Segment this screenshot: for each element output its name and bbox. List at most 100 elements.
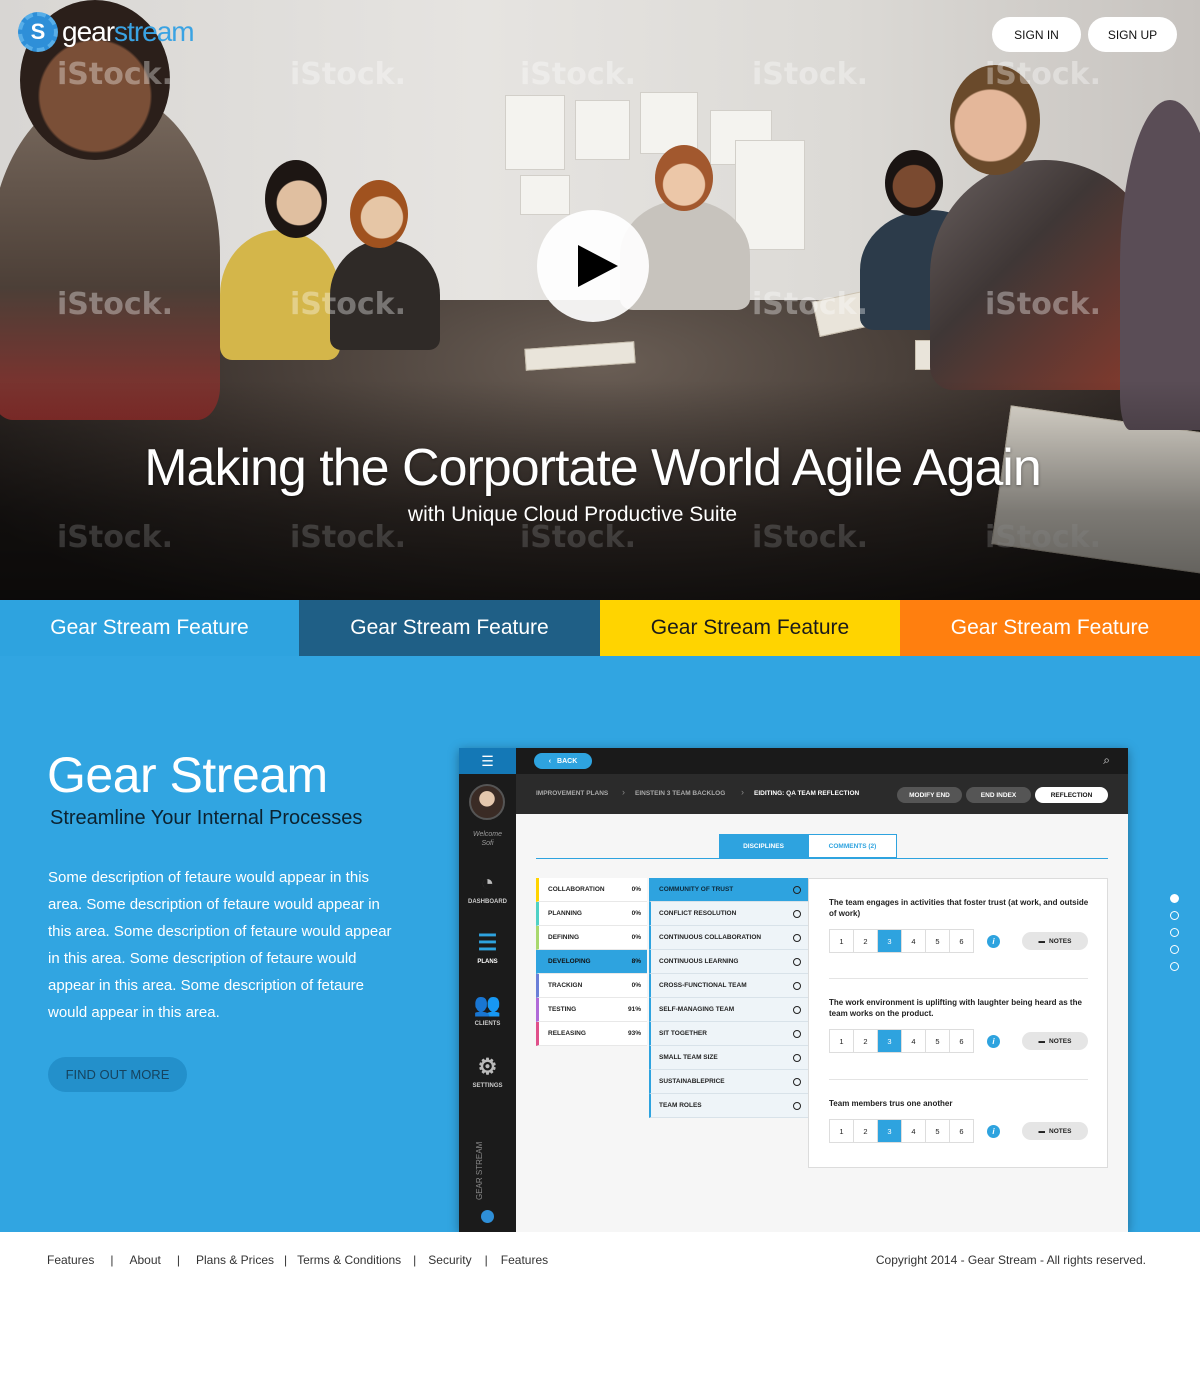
hero-title: Making the Corportate World Agile Again [144, 439, 1042, 497]
hero-subtitle: with Unique Cloud Productive Suite [407, 503, 738, 526]
rating-option[interactable]: 2 [853, 929, 878, 953]
status-circle-icon [793, 957, 801, 966]
nav-settings[interactable]: ⚙ SETTINGS [459, 1054, 516, 1089]
breadcrumb-item[interactable]: EINSTEIN 3 TEAM BACKLOG [635, 790, 725, 797]
tab-disciplines[interactable]: DISCIPLINES [719, 834, 808, 858]
slide-dot[interactable] [1170, 962, 1179, 971]
search-icon[interactable]: ⌕ [1103, 753, 1110, 768]
question-panel: The team engages in activities that fost… [808, 878, 1108, 1168]
list-item[interactable]: SIT TOGETHER [649, 1022, 809, 1046]
list-item[interactable]: TRACKIGN 0% [536, 974, 647, 998]
notes-button[interactable]: ▬ NOTES [1022, 1032, 1088, 1050]
rating-option[interactable]: 3 [877, 1119, 902, 1143]
nav-plans[interactable]: ☰ PLANS [459, 930, 516, 965]
logo[interactable]: S gearstream [18, 12, 195, 52]
feature-title: Gear Stream [47, 747, 328, 803]
tab-comments[interactable]: COMMENTS (2) [808, 834, 897, 858]
watermark: iStock. [57, 57, 173, 92]
list-item[interactable]: DEFINING 0% [536, 926, 647, 950]
info-icon[interactable]: i [987, 1124, 1000, 1138]
list-item[interactable]: SMALL TEAM SIZE [649, 1046, 809, 1070]
wall-paper [520, 175, 570, 215]
footer-separator: | [176, 1253, 180, 1267]
feature-tab-2[interactable]: Gear Stream Feature [299, 600, 600, 656]
rating-option[interactable]: 6 [949, 1029, 974, 1053]
modify-end-button[interactable]: MODIFY END [897, 787, 962, 803]
rating-option[interactable]: 4 [901, 1119, 926, 1143]
app-topbar: ‹ BACK ⌕ [516, 748, 1128, 774]
rating-option[interactable]: 3 [877, 929, 902, 953]
feature-section: Gear Stream Streamline Your Internal Pro… [0, 656, 1200, 1232]
rating-option[interactable]: 3 [877, 1029, 902, 1053]
feature-tab-3[interactable]: Gear Stream Feature [600, 600, 900, 656]
find-out-more-button[interactable]: FIND OUT MORE [48, 1057, 187, 1092]
person-head [885, 150, 943, 216]
comment-icon: ▬ [1038, 1127, 1046, 1135]
play-icon [578, 245, 618, 287]
rating-option[interactable]: 5 [925, 929, 950, 953]
info-icon[interactable]: i [987, 934, 1000, 948]
breadcrumb: IMPROVEMENT PLANS › EINSTEIN 3 TEAM BACK… [516, 774, 1128, 814]
footer-link-about[interactable]: About [129, 1253, 160, 1267]
list-item[interactable]: SUSTAINABLEPRICE [649, 1070, 809, 1094]
wall-paper [735, 140, 805, 250]
rating-option[interactable]: 1 [829, 929, 854, 953]
back-button[interactable]: ‹ BACK [534, 753, 592, 769]
reflection-button[interactable]: REFLECTION [1035, 787, 1108, 803]
nav-clients[interactable]: 👥 CLIENTS [459, 992, 516, 1027]
question-text: The work environment is uplifting with l… [829, 998, 1082, 1018]
sign-up-button[interactable]: SIGN UP [1088, 17, 1177, 52]
list-item[interactable]: TESTING 91% [536, 998, 647, 1022]
rating-scale: 1 2 3 4 5 6 i ▬ NOTES [829, 1029, 1094, 1053]
list-item[interactable]: CONFLICT RESOLUTION [649, 902, 809, 926]
list-item[interactable]: CONTINUOUS LEARNING [649, 950, 809, 974]
rating-option[interactable]: 1 [829, 1119, 854, 1143]
end-index-button[interactable]: END INDEX [966, 787, 1031, 803]
list-item[interactable]: DEVELOPING 8% [536, 950, 647, 974]
slide-dot[interactable] [1170, 911, 1179, 920]
chevron-right-icon: › [741, 787, 744, 797]
notes-button[interactable]: ▬ NOTES [1022, 1122, 1088, 1140]
notes-button[interactable]: ▬ NOTES [1022, 932, 1088, 950]
footer-link-plans-prices[interactable]: Plans & Prices [196, 1253, 274, 1267]
status-circle-icon [793, 1053, 801, 1062]
play-video-button[interactable] [537, 210, 649, 322]
list-item[interactable]: CROSS-FUNCTIONAL TEAM [649, 974, 809, 998]
slide-dot[interactable] [1170, 928, 1179, 937]
list-item[interactable]: RELEASING 93% [536, 1022, 647, 1046]
menu-icon[interactable]: ☰ [459, 748, 516, 774]
rating-option[interactable]: 4 [901, 929, 926, 953]
rating-scale: 1 2 3 4 5 6 i ▬ NOTES [829, 1119, 1094, 1143]
watermark: iStock. [520, 57, 636, 92]
feature-tab-4[interactable]: Gear Stream Feature [900, 600, 1200, 656]
sign-in-button[interactable]: SIGN IN [992, 17, 1081, 52]
footer-link-terms[interactable]: Terms & Conditions [297, 1253, 401, 1267]
footer-link-security[interactable]: Security [428, 1253, 471, 1267]
info-icon[interactable]: i [987, 1034, 1000, 1048]
rating-option[interactable]: 5 [925, 1029, 950, 1053]
list-item[interactable]: SELF-MANAGING TEAM [649, 998, 809, 1022]
footer-link-features[interactable]: Features [47, 1253, 94, 1267]
rating-option[interactable]: 6 [949, 929, 974, 953]
slide-dot[interactable] [1170, 894, 1179, 903]
list-item[interactable]: COLLABORATION 0% [536, 878, 647, 902]
list-item[interactable]: CONTINUOUS COLLABORATION [649, 926, 809, 950]
rating-option[interactable]: 6 [949, 1119, 974, 1143]
rating-option[interactable]: 1 [829, 1029, 854, 1053]
footer-link-features-2[interactable]: Features [501, 1253, 548, 1267]
question-text: Team members trus one another [829, 1099, 953, 1108]
rating-option[interactable]: 4 [901, 1029, 926, 1053]
list-item[interactable]: TEAM ROLES [649, 1094, 809, 1118]
feature-tab-1[interactable]: Gear Stream Feature [0, 600, 299, 656]
rating-option[interactable]: 5 [925, 1119, 950, 1143]
nav-dashboard[interactable]: ◔ DASHBOARD [459, 870, 516, 905]
list-item[interactable]: PLANNING 0% [536, 902, 647, 926]
list-item[interactable]: COMMUNITY OF TRUST [649, 878, 809, 902]
rating-option[interactable]: 2 [853, 1119, 878, 1143]
footer: Features | About | Plans & Prices | Term… [0, 1232, 1200, 1400]
slide-dot[interactable] [1170, 945, 1179, 954]
breadcrumb-item[interactable]: IMPROVEMENT PLANS [536, 790, 608, 797]
footer-separator: | [413, 1253, 417, 1267]
slide-dots [1170, 894, 1179, 971]
rating-option[interactable]: 2 [853, 1029, 878, 1053]
